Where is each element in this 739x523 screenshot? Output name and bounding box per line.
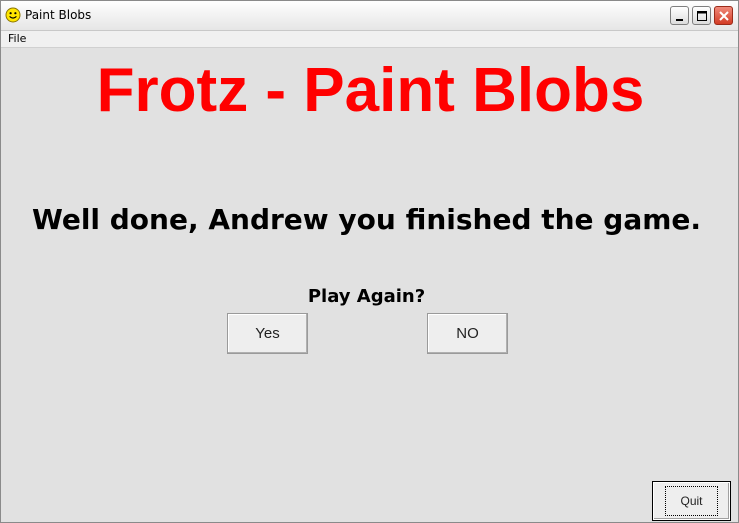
window-title: Paint Blobs <box>25 8 92 22</box>
game-heading: Frotz - Paint Blobs <box>96 56 645 125</box>
game-panel: Frotz - Paint Blobs Well done, Andrew yo… <box>1 48 738 522</box>
menu-file[interactable]: File <box>8 32 26 45</box>
smiley-face-icon[interactable] <box>5 7 21 23</box>
quit-button-label: Quit <box>665 486 718 516</box>
title-bar[interactable]: Paint Blobs <box>1 1 738 31</box>
minimize-button[interactable] <box>670 6 689 25</box>
quit-button[interactable]: Quit <box>652 481 731 521</box>
yes-button[interactable]: Yes <box>227 313 308 354</box>
close-button[interactable] <box>714 6 733 25</box>
menu-bar: File <box>1 31 738 48</box>
completion-message: Well done, Andrew you finished the game. <box>31 203 702 236</box>
play-again-prompt: Play Again? <box>307 286 426 307</box>
no-button[interactable]: NO <box>427 313 508 354</box>
maximize-button[interactable] <box>692 6 711 25</box>
app-window: Paint Blobs File Frotz - Paint Blobs Wel… <box>0 0 739 523</box>
